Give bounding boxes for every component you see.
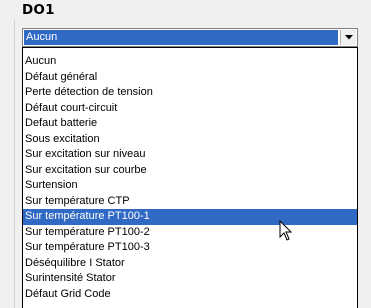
do1-combobox[interactable]: Aucun bbox=[22, 28, 358, 47]
combo-selected-value[interactable]: Aucun bbox=[24, 30, 338, 45]
option-sur-excitation-courbe[interactable]: Sur excitation sur courbe bbox=[23, 163, 357, 179]
chevron-down-icon bbox=[344, 35, 353, 40]
do1-config-panel: DO1 Aucun Aucun Défaut général Perte dét… bbox=[0, 0, 371, 308]
option-sur-temperature-pt100-2[interactable]: Sur température PT100-2 bbox=[23, 225, 357, 241]
dropdown-toggle-button[interactable] bbox=[340, 30, 356, 45]
option-perte-detection-tension[interactable]: Perte détection de tension bbox=[23, 85, 357, 101]
groupbox-edge bbox=[14, 20, 19, 308]
option-defaut-court-circuit[interactable]: Défaut court-circuit bbox=[23, 101, 357, 117]
option-aucun[interactable]: Aucun bbox=[23, 54, 357, 70]
option-sur-temperature-pt100-3[interactable]: Sur température PT100-3 bbox=[23, 240, 357, 256]
option-surtension[interactable]: Surtension bbox=[23, 178, 357, 194]
option-sur-excitation-niveau[interactable]: Sur excitation sur niveau bbox=[23, 147, 357, 163]
dropdown-list[interactable]: Aucun Défaut général Perte détection de … bbox=[22, 47, 358, 308]
option-sur-temperature-ctp[interactable]: Sur température CTP bbox=[23, 194, 357, 210]
option-sur-temperature-pt100-1[interactable]: Sur température PT100-1 bbox=[23, 209, 357, 225]
option-defaut-batterie[interactable]: Defaut batterie bbox=[23, 116, 357, 132]
option-surintensite-stator[interactable]: Surintensité Stator bbox=[23, 271, 357, 287]
section-title: DO1 bbox=[22, 2, 55, 18]
option-desequilibre-i-stator[interactable]: Déséquilibre I Stator bbox=[23, 256, 357, 272]
option-defaut-general[interactable]: Défaut général bbox=[23, 70, 357, 86]
option-sous-excitation[interactable]: Sous excitation bbox=[23, 132, 357, 148]
option-defaut-grid-code[interactable]: Défaut Grid Code bbox=[23, 287, 357, 303]
